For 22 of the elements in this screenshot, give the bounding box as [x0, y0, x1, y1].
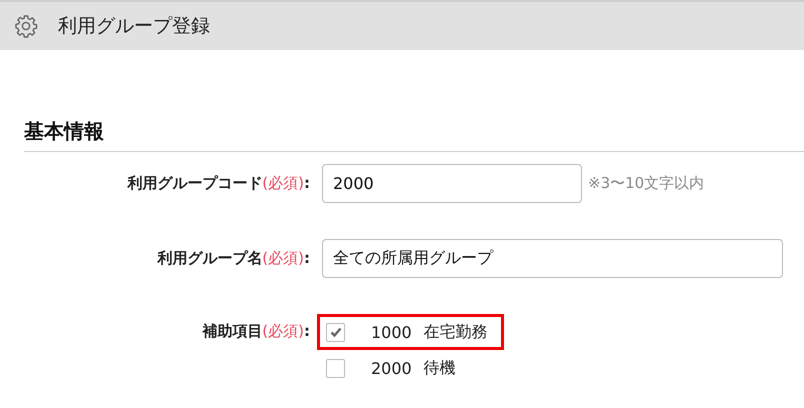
check-icon	[328, 325, 342, 339]
label-colon: :	[304, 249, 310, 267]
required-note: (必須)	[262, 249, 304, 267]
settings-icon	[14, 14, 38, 38]
option-label: 在宅勤務	[424, 322, 488, 342]
page-title: 利用グループ登録	[58, 14, 210, 39]
checkbox[interactable]	[326, 358, 345, 378]
option-label: 待機	[424, 358, 456, 378]
text-field[interactable]: 2000	[322, 164, 582, 203]
text-field[interactable]: 全ての所属用グループ	[322, 239, 783, 278]
field-label: 補助項目	[202, 322, 262, 340]
label-colon: :	[304, 322, 310, 340]
field-label: 利用グループコード	[127, 174, 262, 192]
option-code: 2000	[371, 358, 412, 378]
field-label: 利用グループ名	[157, 249, 262, 267]
label-colon: :	[304, 174, 310, 192]
required-note: (必須)	[262, 174, 304, 192]
section-heading: 基本情報	[24, 118, 804, 152]
required-note: (必須)	[262, 322, 304, 340]
option-code: 1000	[371, 322, 412, 342]
hint-text: ※3〜10文字以内	[588, 174, 704, 193]
checkbox[interactable]	[326, 322, 345, 342]
